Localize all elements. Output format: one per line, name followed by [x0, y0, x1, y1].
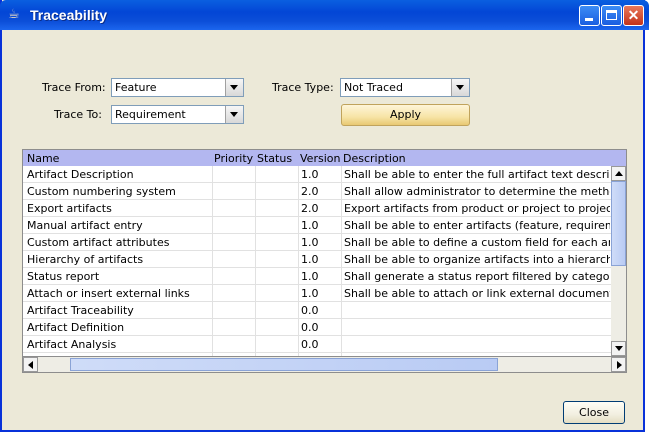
- minimize-button[interactable]: [579, 5, 600, 26]
- table-cell-description: Shall allow administrator to determine t…: [344, 185, 610, 198]
- scroll-right-icon[interactable]: [611, 357, 626, 372]
- table-row[interactable]: Artifact Definition 0.0: [23, 319, 611, 336]
- table-cell-description: Shall be able to organize artifacts into…: [344, 253, 610, 266]
- table-row[interactable]: Attach or insert external links 1.0 Shall …: [23, 285, 611, 302]
- trace-type-select[interactable]: Not Traced: [340, 78, 470, 97]
- column-header-status[interactable]: Status: [257, 152, 292, 165]
- table-row[interactable]: Hierarchy of artifacts 1.0 Shall be able t…: [23, 251, 611, 268]
- table-cell-version: 1.0: [301, 236, 319, 249]
- table-row[interactable]: Artifact Analysis 0.0: [23, 336, 611, 353]
- trace-type-value: Not Traced: [344, 81, 403, 94]
- table-row[interactable]: Custom numbering system 2.0 Shall allow ad…: [23, 183, 611, 200]
- table-cell-version: 0.0: [301, 338, 319, 351]
- trace-from-value: Feature: [115, 81, 157, 94]
- table-cell-name: Artifact Description: [27, 168, 134, 181]
- table-cell-version: 1.0: [301, 253, 319, 266]
- trace-to-label: Trace To:: [54, 108, 102, 121]
- table-row[interactable]: Status report 1.0 Shall generate a status …: [23, 268, 611, 285]
- table-row[interactable]: Manual artifact entry 1.0 Shall be able to…: [23, 217, 611, 234]
- trace-to-value: Requirement: [115, 108, 186, 121]
- table-row[interactable]: Artifact Traceability 0.0: [23, 302, 611, 319]
- column-header-priority[interactable]: Priority: [214, 152, 253, 165]
- table-cell-name: Hierarchy of artifacts: [27, 253, 144, 266]
- table-cell-name: Artifact Definition: [27, 321, 125, 334]
- table-cell-name: Custom numbering system: [27, 185, 176, 198]
- minimize-icon: [585, 18, 593, 21]
- maximize-button[interactable]: [601, 5, 622, 26]
- apply-button[interactable]: Apply: [341, 104, 470, 126]
- table-cell-description: Shall be able to attach or link external…: [344, 287, 610, 300]
- close-window-button[interactable]: ✕: [623, 5, 644, 26]
- table-cell-name: Status report: [27, 270, 100, 283]
- table-cell-version: 1.0: [301, 219, 319, 232]
- table-cell-version: 2.0: [301, 202, 319, 215]
- trace-type-label: Trace Type:: [272, 81, 334, 94]
- table-cell-version: 0.0: [301, 321, 319, 334]
- trace-from-select[interactable]: Feature: [111, 78, 244, 97]
- table-cell-version: 1.0: [301, 287, 319, 300]
- table-cell-name: Export artifacts: [27, 202, 112, 215]
- table-cell-name: Artifact Traceability: [27, 304, 134, 317]
- close-icon: ✕: [627, 7, 640, 23]
- table-cell-description: Shall generate a status report filtered …: [344, 270, 610, 283]
- title-bar[interactable]: ☕ Traceability ✕: [0, 0, 649, 30]
- table-cell-description: Shall be able to enter artifacts (featur…: [344, 219, 610, 232]
- column-header-description[interactable]: Description: [343, 152, 406, 165]
- table-row[interactable]: Custom artifact attributes 1.0 Shall be ab…: [23, 234, 611, 251]
- table-header: Name Priority Status Version Description: [23, 150, 626, 166]
- table-cell-description: Shall be able to enter the full artifact…: [344, 168, 610, 181]
- table-row[interactable]: Export artifacts 2.0 Export artifacts from…: [23, 200, 611, 217]
- column-header-name[interactable]: Name: [27, 152, 59, 165]
- horizontal-scrollbar[interactable]: [22, 357, 627, 373]
- table-cell-name: Custom artifact attributes: [27, 236, 170, 249]
- table-cell-name: Manual artifact entry: [27, 219, 143, 232]
- table-cell-version: 0.0: [301, 304, 319, 317]
- chevron-down-icon[interactable]: [225, 79, 243, 96]
- vertical-scroll-thumb[interactable]: [611, 181, 626, 266]
- table-cell-name: Artifact Analysis: [27, 338, 117, 351]
- column-header-version[interactable]: Version: [300, 152, 340, 165]
- trace-to-select[interactable]: Requirement: [111, 105, 244, 124]
- close-button[interactable]: Close: [563, 401, 625, 424]
- table-cell-version: 1.0: [301, 270, 319, 283]
- maximize-icon: [606, 10, 617, 20]
- scroll-down-icon[interactable]: [611, 341, 626, 356]
- chevron-down-icon[interactable]: [225, 106, 243, 123]
- horizontal-scroll-thumb[interactable]: [70, 358, 498, 371]
- vertical-scrollbar[interactable]: [611, 166, 626, 356]
- trace-from-label: Trace From:: [42, 81, 106, 94]
- window-title: Traceability: [30, 7, 108, 23]
- table-row[interactable]: Artifact Description 1.0 Shall be able to …: [23, 166, 611, 183]
- java-cup-icon: ☕: [8, 7, 20, 22]
- scroll-up-icon[interactable]: [611, 166, 626, 181]
- table-cell-description: Shall be able to define a custom field f…: [344, 236, 610, 249]
- table-cell-version: 1.0: [301, 168, 319, 181]
- scroll-left-icon[interactable]: [23, 357, 38, 372]
- table-cell-description: Export artifacts from product or project…: [344, 202, 610, 215]
- table-cell-name: Attach or insert external links: [27, 287, 190, 300]
- chevron-down-icon[interactable]: [451, 79, 469, 96]
- table-cell-version: 2.0: [301, 185, 319, 198]
- artifact-table: Name Priority Status Version Description…: [22, 149, 627, 357]
